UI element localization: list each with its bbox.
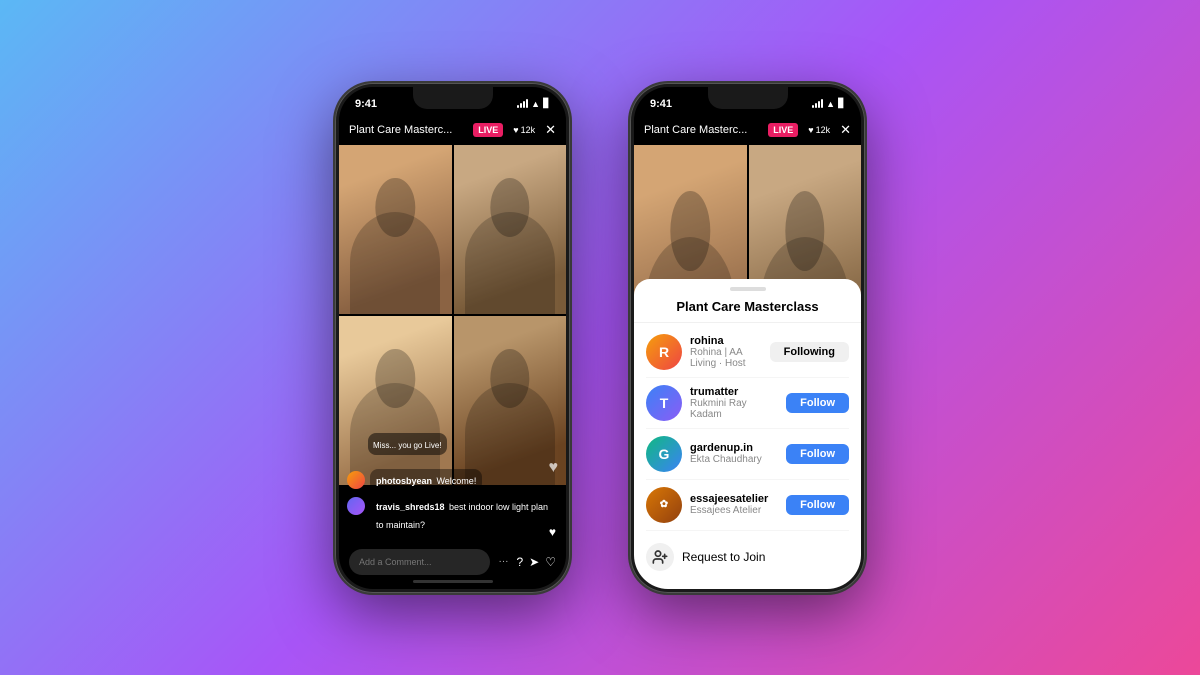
notch-1 <box>413 87 493 109</box>
viewer-count-1: ♥ 12k <box>508 123 540 137</box>
subtitle-trumatter: Rukmini Ray Kadam <box>690 398 778 420</box>
subtitle-essajees: Essajees Atelier <box>690 505 778 516</box>
bottom-bar-1: ··· ? ➤ ♡ <box>339 543 566 581</box>
status-icons-2: ▲ ▊ <box>812 98 845 109</box>
user-list: R rohina Rohina | AA Living · Host Follo… <box>634 323 861 535</box>
user-info-trumatter: trumatter Rukmini Ray Kadam <box>690 386 778 420</box>
video-grid-1: Miss... you go Live! ♥ <box>339 145 566 485</box>
comments-overlay-1: photosbyean Welcome! travis_shreds18 bes… <box>339 469 566 539</box>
live-badge-1: LIVE <box>473 123 503 137</box>
question-icon[interactable]: ? <box>516 555 523 569</box>
close-btn-1[interactable]: ✕ <box>545 122 556 138</box>
sheet-handle <box>730 287 766 291</box>
phone-1-screen: 9:41 ▲ ▊ Plant Care Masterc... LIVE ♥ 12… <box>339 87 566 589</box>
battery-icon-1: ▊ <box>543 98 550 109</box>
live-header-1: Plant Care Masterc... LIVE ♥ 12k ✕ <box>339 115 566 145</box>
comment-message-1: Welcome! <box>436 476 476 486</box>
notch-2 <box>708 87 788 109</box>
follow-btn-gardenup[interactable]: Follow <box>786 444 849 464</box>
status-time-2: 9:41 <box>650 98 672 110</box>
status-time-1: 9:41 <box>355 98 377 110</box>
signal-icon-1 <box>517 100 528 108</box>
avatar-essajees: ✿ <box>646 487 682 523</box>
live-header-2: Plant Care Masterc... LIVE ♥ 12k ✕ <box>634 115 861 145</box>
signal-icon-2 <box>812 100 823 108</box>
user-row-gardenup: G gardenup.in Ekta Chaudhary Follow <box>646 429 849 480</box>
viewer-number-1: 12k <box>521 125 536 135</box>
user-row-trumatter: T trumatter Rukmini Ray Kadam Follow <box>646 378 849 429</box>
send-icon[interactable]: ➤ <box>529 555 539 569</box>
commenter-name-1: photosbyean <box>376 476 432 486</box>
live-title-1: Plant Care Masterc... <box>349 124 452 136</box>
avatar-gardenup: G <box>646 436 682 472</box>
sheet-title: Plant Care Masterclass <box>634 295 861 323</box>
comment-text-2: travis_shreds18 best indoor low light pl… <box>370 495 558 535</box>
avatar-rohina: R <box>646 334 682 370</box>
person-2-silhouette <box>454 145 567 314</box>
request-join[interactable]: Request to Join <box>634 535 861 579</box>
battery-icon-2: ▊ <box>838 98 845 109</box>
heart-icon-comment: ♥ <box>549 525 556 539</box>
more-icon-1[interactable]: ··· <box>498 556 508 567</box>
person-3-silhouette <box>339 316 452 485</box>
viewer-count-2: ♥ 12k <box>803 123 835 137</box>
commenter-name-2: travis_shreds18 <box>376 502 445 512</box>
video-cell-4: ♥ <box>454 316 567 485</box>
video-cell-3: Miss... you go Live! <box>339 316 452 485</box>
user-row-rohina: R rohina Rohina | AA Living · Host Follo… <box>646 327 849 378</box>
phone-1: 9:41 ▲ ▊ Plant Care Masterc... LIVE ♥ 12… <box>335 83 570 593</box>
overlay-text: Miss... you go Live! <box>373 441 441 450</box>
live-badge-area-2: LIVE ♥ 12k ✕ <box>768 122 851 138</box>
status-icons-1: ▲ ▊ <box>517 98 550 109</box>
user-info-gardenup: gardenup.in Ekta Chaudhary <box>690 442 778 465</box>
user-row-essajees: ✿ essajeesatelier Essajees Atelier Follo… <box>646 480 849 531</box>
wifi-icon-1: ▲ <box>531 99 540 109</box>
video-cell-1 <box>339 145 452 314</box>
handle-gardenup: gardenup.in <box>690 442 778 454</box>
close-btn-2[interactable]: ✕ <box>840 122 851 138</box>
user-info-essajees: essajeesatelier Essajees Atelier <box>690 493 778 516</box>
comment-text-1: photosbyean Welcome! <box>370 469 482 491</box>
phone-2: 9:41 ▲ ▊ Plant Care Masterc... LIVE ♥ 12… <box>630 83 865 593</box>
comment-2: travis_shreds18 best indoor low light pl… <box>347 495 558 535</box>
handle-rohina: rohina <box>690 335 762 347</box>
commenter-avatar-1 <box>347 471 365 489</box>
wifi-icon-2: ▲ <box>826 99 835 109</box>
avatar-trumatter: T <box>646 385 682 421</box>
comment-input-1[interactable] <box>349 549 490 575</box>
phone-2-screen: 9:41 ▲ ▊ Plant Care Masterc... LIVE ♥ 12… <box>634 87 861 589</box>
handle-trumatter: trumatter <box>690 386 778 398</box>
following-btn-rohina[interactable]: Following <box>770 342 849 362</box>
commenter-avatar-2 <box>347 497 365 515</box>
video-cell-2 <box>454 145 567 314</box>
user-info-rohina: rohina Rohina | AA Living · Host <box>690 335 762 369</box>
request-join-label: Request to Join <box>682 550 765 564</box>
bottom-icons-1: ? ➤ ♡ <box>516 555 556 569</box>
handle-essajees: essajeesatelier <box>690 493 778 505</box>
heart-viewer-icon: ♥ <box>513 125 518 135</box>
person-1-silhouette <box>339 145 452 314</box>
viewer-number-2: 12k <box>816 125 831 135</box>
live-badge-area-1: LIVE ♥ 12k ✕ <box>473 122 556 138</box>
heart-viewer-icon-2: ♥ <box>808 125 813 135</box>
heart-bottom-icon[interactable]: ♡ <box>545 555 556 569</box>
subtitle-rohina: Rohina | AA Living · Host <box>690 347 762 369</box>
live-title-2: Plant Care Masterc... <box>644 124 747 136</box>
follow-btn-trumatter[interactable]: Follow <box>786 393 849 413</box>
bottom-sheet: Plant Care Masterclass R rohina Rohina |… <box>634 279 861 589</box>
live-badge-2: LIVE <box>768 123 798 137</box>
follow-btn-essajees[interactable]: Follow <box>786 495 849 515</box>
comment-1: photosbyean Welcome! <box>347 469 558 491</box>
request-join-icon <box>646 543 674 571</box>
subtitle-gardenup: Ekta Chaudhary <box>690 454 778 465</box>
